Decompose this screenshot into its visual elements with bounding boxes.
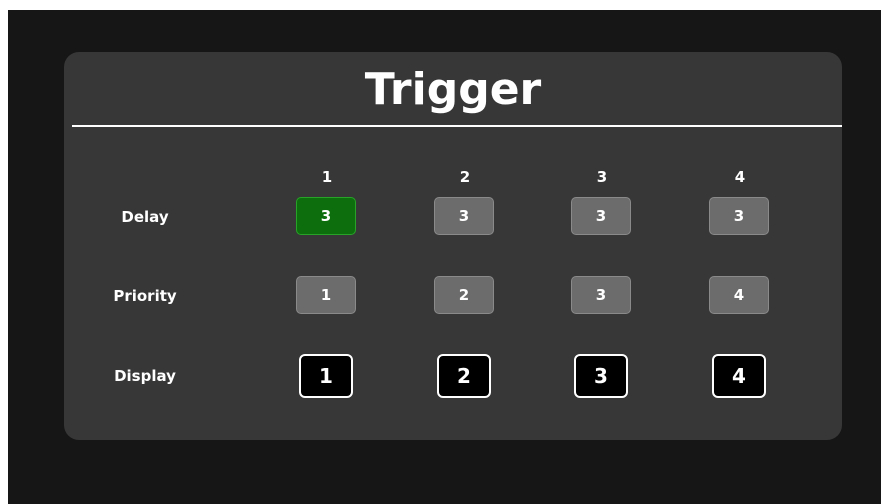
display-button-1[interactable]: 1 xyxy=(299,354,353,398)
column-header-2: 2 xyxy=(459,168,471,186)
display-button-3[interactable]: 3 xyxy=(574,354,628,398)
priority-button-4[interactable]: 4 xyxy=(709,276,769,314)
display-button-4[interactable]: 4 xyxy=(712,354,766,398)
delay-label: Delay xyxy=(121,208,169,226)
column-header-3: 3 xyxy=(596,168,608,186)
priority-button-1[interactable]: 1 xyxy=(296,276,356,314)
priority-label: Priority xyxy=(113,287,177,305)
column-header-4: 4 xyxy=(734,168,746,186)
page-title: Trigger xyxy=(364,64,542,115)
delay-button-1[interactable]: 3 xyxy=(296,197,356,235)
trigger-panel: Trigger 1 2 3 4 Delay 3 3 3 3 Priority 1… xyxy=(64,52,842,440)
display-button-2[interactable]: 2 xyxy=(437,354,491,398)
title-divider xyxy=(72,125,842,127)
display-label: Display xyxy=(114,367,176,385)
priority-button-2[interactable]: 2 xyxy=(434,276,494,314)
column-header-1: 1 xyxy=(321,168,333,186)
delay-button-2[interactable]: 3 xyxy=(434,197,494,235)
priority-button-3[interactable]: 3 xyxy=(571,276,631,314)
screen-background: Trigger 1 2 3 4 Delay 3 3 3 3 Priority 1… xyxy=(8,10,881,504)
delay-button-3[interactable]: 3 xyxy=(571,197,631,235)
delay-button-4[interactable]: 3 xyxy=(709,197,769,235)
